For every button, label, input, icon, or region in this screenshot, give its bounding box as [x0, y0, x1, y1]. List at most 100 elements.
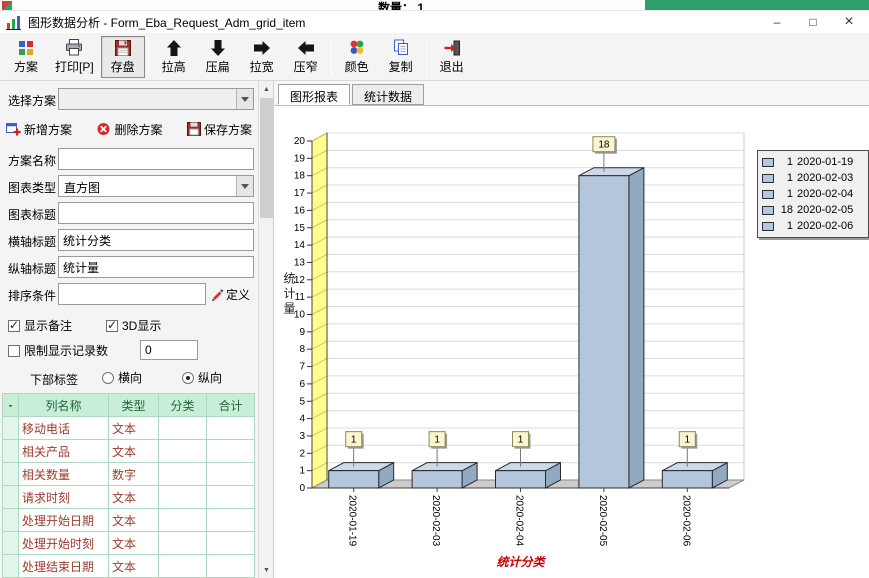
column-header[interactable]: 分类	[159, 394, 207, 417]
toolbar-button-print[interactable]: 打印[P]	[48, 36, 101, 78]
row-indicator[interactable]	[3, 532, 19, 555]
cell-type[interactable]: 文本	[109, 555, 159, 578]
y-tick-label: 3	[299, 431, 305, 442]
cell-name[interactable]: 处理开始时刻	[19, 532, 109, 555]
toolbar-button-exit[interactable]: 退出	[430, 36, 474, 78]
cell-name[interactable]: 处理结束日期	[19, 555, 109, 578]
cell-name[interactable]: 相关产品	[19, 440, 109, 463]
y-tick-label: 20	[294, 136, 306, 147]
column-header[interactable]: 列名称	[19, 394, 109, 417]
define-link[interactable]: 定义	[210, 286, 250, 303]
toolbar-button-flatten[interactable]: 压扁	[196, 36, 240, 78]
button-delete-scheme[interactable]: 删除方案	[94, 118, 164, 140]
toolbar-button-widen[interactable]: 拉宽	[240, 36, 284, 78]
y-axis-title-input[interactable]	[58, 256, 254, 278]
chart-type-value: 直方图	[64, 179, 100, 196]
cell-category[interactable]	[159, 555, 207, 578]
cell-type[interactable]: 文本	[109, 532, 159, 555]
scheme-name-input[interactable]	[58, 148, 254, 170]
radio-icon	[182, 372, 194, 384]
row-indicator[interactable]	[3, 440, 19, 463]
y-tick-label: 5	[299, 396, 305, 407]
x-axis-title-input[interactable]	[58, 229, 254, 251]
scroll-down-icon[interactable]: ▼	[259, 562, 274, 578]
scrollbar-thumb[interactable]	[260, 98, 273, 218]
cell-name[interactable]: 移动电话	[19, 417, 109, 440]
cell-name[interactable]: 处理开始日期	[19, 509, 109, 532]
tab-graph-report[interactable]: 图形报表	[278, 84, 350, 105]
cell-category[interactable]	[159, 417, 207, 440]
cell-type[interactable]: 文本	[109, 486, 159, 509]
toolbar-button-narrow[interactable]: 压窄	[284, 36, 328, 78]
cell-type[interactable]: 文本	[109, 417, 159, 440]
radio-label: 纵向	[198, 369, 222, 386]
chart-type-select[interactable]: 直方图	[58, 175, 254, 197]
button-save-scheme[interactable]: 保存方案	[185, 118, 254, 140]
toolbar-button-save[interactable]: 存盘	[101, 36, 145, 78]
legend-label: 2020-02-05	[797, 204, 853, 216]
cell-name[interactable]: 相关数量	[19, 463, 109, 486]
sort-condition-input[interactable]	[58, 283, 206, 305]
tab-statistics[interactable]: 统计数据	[352, 84, 424, 105]
row-indicator[interactable]	[3, 486, 19, 509]
toolbar-button-copy[interactable]: 复制	[379, 36, 423, 78]
close-icon[interactable]: ×	[831, 11, 867, 33]
columns-table: -列名称类型分类合计 移动电话文本相关产品文本相关数量数字请求时刻文本处理开始日…	[2, 393, 255, 578]
background-window-fragment: 数量： 1	[0, 0, 869, 11]
checkbox-limit-records[interactable]: 限制显示记录数	[8, 342, 108, 359]
cell-category[interactable]	[159, 486, 207, 509]
x-axis-title: 统计分类	[312, 553, 729, 570]
cell-name[interactable]: 请求时刻	[19, 486, 109, 509]
cell-category[interactable]	[159, 463, 207, 486]
toolbar-button-label: 压扁	[206, 58, 230, 75]
toolbar-button-stretch-tall[interactable]: 拉高	[152, 36, 196, 78]
checkbox-show-notes[interactable]: 显示备注	[8, 317, 72, 334]
cell-type[interactable]: 数字	[109, 463, 159, 486]
chart-type-row: 图表类型 直方图	[0, 175, 258, 201]
cell-total[interactable]	[207, 532, 255, 555]
x-tick-label: 2020-02-05	[597, 495, 608, 547]
row-indicator[interactable]	[3, 463, 19, 486]
y-tick-label: 14	[294, 240, 306, 251]
checkbox-3d-display[interactable]: 3D显示	[106, 317, 161, 334]
minimize-icon[interactable]: –	[759, 11, 795, 33]
vertical-scrollbar[interactable]: ▲ ▼	[258, 81, 273, 578]
scheme-name-row: 方案名称	[0, 148, 258, 174]
chevron-down-icon[interactable]	[236, 89, 253, 109]
column-header[interactable]: 合计	[207, 394, 255, 417]
radio-horizontal[interactable]: 横向	[102, 369, 142, 386]
select-scheme-combo[interactable]	[58, 88, 254, 110]
cell-total[interactable]	[207, 417, 255, 440]
scroll-up-icon[interactable]: ▲	[259, 81, 274, 97]
cell-type[interactable]: 文本	[109, 509, 159, 532]
quantity-label: 数量： 1	[378, 0, 424, 11]
cell-total[interactable]	[207, 555, 255, 578]
maximize-icon[interactable]: □	[795, 11, 831, 33]
cell-category[interactable]	[159, 509, 207, 532]
title-bar[interactable]: 图形数据分析 - Form_Eba_Request_Adm_grid_item …	[0, 11, 869, 33]
cell-total[interactable]	[207, 440, 255, 463]
bar-value-text: 1	[351, 435, 357, 446]
toolbar-button-label: 复制	[389, 58, 413, 75]
row-indicator[interactable]	[3, 509, 19, 532]
cell-total[interactable]	[207, 486, 255, 509]
chart-area: 0123456789101112131415161718192012020-01…	[274, 106, 869, 578]
toolbar-button-color[interactable]: 颜色	[335, 36, 379, 78]
cell-type[interactable]: 文本	[109, 440, 159, 463]
cell-category[interactable]	[159, 532, 207, 555]
cell-category[interactable]	[159, 440, 207, 463]
limit-records-input[interactable]	[140, 340, 198, 360]
chart-title-input[interactable]	[58, 202, 254, 224]
cell-total[interactable]	[207, 509, 255, 532]
arrow-down-icon	[209, 39, 227, 57]
chevron-down-icon[interactable]	[236, 176, 253, 196]
toolbar-button-scheme[interactable]: 方案	[4, 36, 48, 78]
button-new-scheme[interactable]: 新增方案	[4, 118, 74, 140]
row-indicator[interactable]	[3, 417, 19, 440]
y-tick-label: 6	[299, 379, 305, 390]
cell-total[interactable]	[207, 463, 255, 486]
table-corner-marker[interactable]: -	[3, 394, 19, 417]
row-indicator[interactable]	[3, 555, 19, 578]
column-header[interactable]: 类型	[109, 394, 159, 417]
radio-vertical[interactable]: 纵向	[182, 369, 222, 386]
